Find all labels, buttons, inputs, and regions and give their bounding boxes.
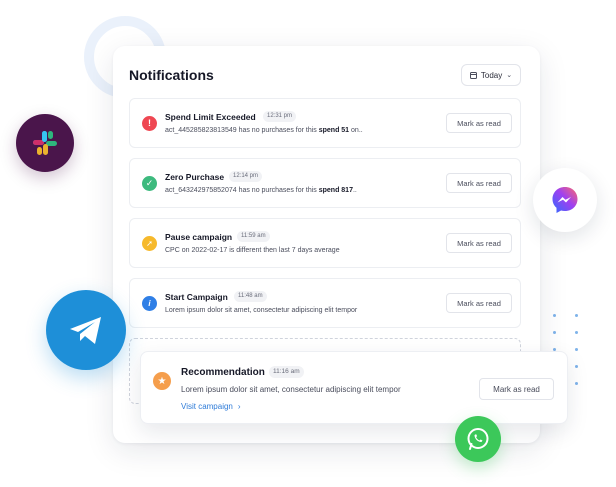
notification-card: i Start Campaign 11:48 am Lorem ipsum do…: [129, 278, 521, 328]
notification-card: ➚ Pause campaign 11:59 am CPC on 2022-02…: [129, 218, 521, 268]
notification-time: 12:14 pm: [229, 171, 263, 182]
star-icon: ★: [153, 372, 171, 390]
pin-icon: ➚: [142, 236, 157, 251]
check-icon: ✓: [142, 176, 157, 191]
mark-as-read-button[interactable]: Mark as read: [446, 293, 512, 313]
decorative-dot: [575, 382, 578, 385]
visit-campaign-label[interactable]: Visit campaign: [181, 402, 233, 411]
notification-title: Start Campaign: [165, 292, 228, 302]
notification-desc: Lorem ipsum dolor sit amet, consectetur …: [165, 307, 358, 314]
notification-desc: act_643242975852074 has no purchases for…: [165, 187, 357, 194]
notification-title: Spend Limit Exceeded: [165, 112, 256, 122]
recommendation-card: ★ Recommendation 11:16 am Lorem ipsum do…: [140, 351, 568, 424]
messenger-icon: [533, 168, 597, 232]
recommendation-desc: Lorem ipsum dolor sit amet, consectetur …: [181, 385, 401, 394]
mark-as-read-button[interactable]: Mark as read: [446, 233, 512, 253]
mark-as-read-button[interactable]: Mark as read: [446, 113, 512, 133]
recommendation-time: 11:16 am: [269, 366, 304, 378]
notification-time: 12:31 pm: [263, 111, 297, 122]
chevron-down-icon: ⌄: [506, 72, 513, 79]
notification-title: Zero Purchase: [165, 172, 225, 182]
date-filter-label: Today: [480, 70, 503, 80]
mark-as-read-button[interactable]: Mark as read: [446, 173, 512, 193]
decorative-dot: [553, 331, 556, 334]
chevron-right-icon: ›: [237, 402, 241, 411]
telegram-icon: [46, 290, 126, 370]
recommendation-title: Recommendation: [181, 367, 265, 378]
decorative-dot: [553, 314, 556, 317]
info-icon: i: [142, 296, 157, 311]
panel-title: Notifications: [129, 67, 214, 83]
date-filter-button[interactable]: Today ⌄: [461, 64, 521, 86]
slack-icon: [16, 114, 74, 172]
calendar-icon: [469, 71, 477, 79]
decorative-dot: [575, 365, 578, 368]
visit-campaign-link[interactable]: Visit campaign ›: [181, 402, 241, 411]
whatsapp-icon: [455, 416, 501, 462]
decorative-dot: [575, 348, 578, 351]
notification-card: ! Spend Limit Exceeded 12:31 pm act_4452…: [129, 98, 521, 148]
notification-title: Pause campaign: [165, 232, 233, 242]
mark-as-read-button[interactable]: Mark as read: [479, 378, 554, 400]
decorative-dot: [575, 314, 578, 317]
notification-time: 11:48 am: [234, 291, 267, 302]
notification-desc: CPC on 2022-02-17 is different then last…: [165, 247, 340, 254]
exclamation-icon: !: [142, 116, 157, 131]
notification-desc: act_445285823813549 has no purchases for…: [165, 127, 363, 134]
decorative-dot: [575, 331, 578, 334]
notification-time: 11:59 am: [237, 231, 270, 242]
notification-card: ✓ Zero Purchase 12:14 pm act_64324297585…: [129, 158, 521, 208]
